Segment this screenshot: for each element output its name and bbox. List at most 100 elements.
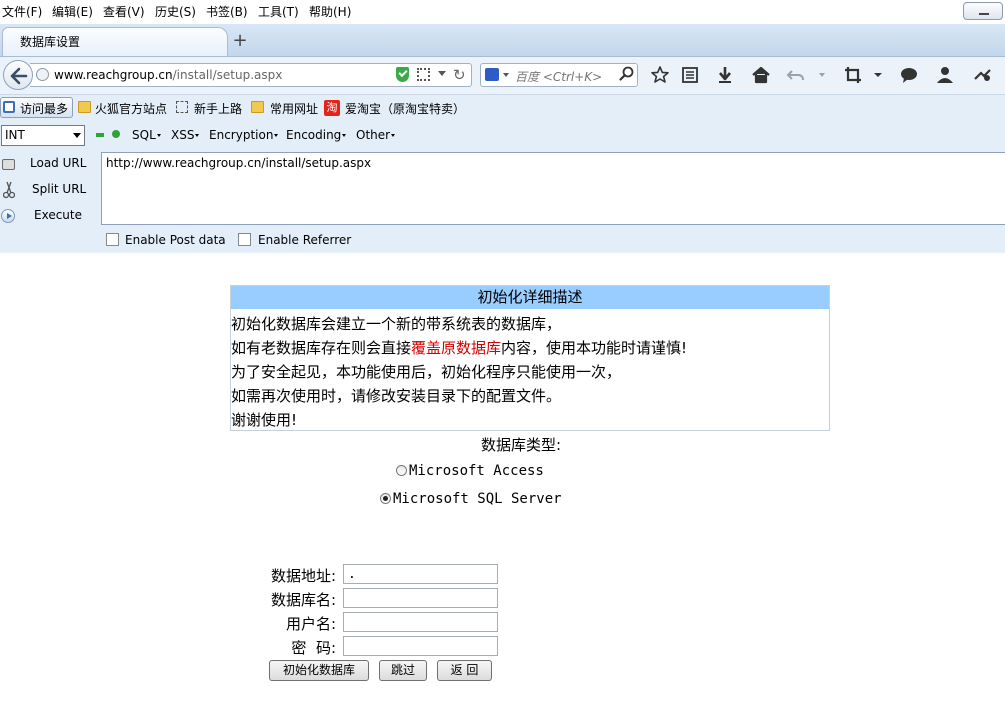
new-tab-button[interactable]: + <box>232 30 248 51</box>
menu-encoding-label: Encoding <box>286 128 342 142</box>
back-arrow-icon <box>10 67 28 85</box>
description-line-5: 谢谢使用! <box>231 411 298 429</box>
overwrite-warning: 覆盖原数据库 <box>411 339 502 357</box>
back-return-button[interactable]: 返 回 <box>437 660 492 681</box>
chevron-down-icon <box>156 134 161 137</box>
load-url-icon <box>2 159 15 170</box>
window-controls <box>961 0 1005 22</box>
chevron-down-icon <box>391 134 396 137</box>
folder-icon <box>78 101 91 113</box>
minimize-button[interactable] <box>963 2 1003 20</box>
dbname-label: 数据库名: <box>270 591 336 609</box>
tab-title: 数据库设置 <box>20 35 81 49</box>
chat-icon[interactable] <box>899 65 919 85</box>
username-label: 用户名: <box>285 615 336 633</box>
bookmark-firefox-official[interactable]: 火狐官方站点 <box>95 100 167 117</box>
radio-access-label: Microsoft Access <box>409 463 544 479</box>
taobao-icon: 淘 <box>324 100 340 116</box>
increase-icon[interactable] <box>112 130 120 138</box>
engine-dropdown-icon[interactable] <box>503 73 509 77</box>
radio-sqlserver[interactable] <box>380 493 391 504</box>
chevron-down-icon <box>195 134 200 137</box>
execute-button[interactable]: Execute <box>0 206 90 228</box>
bookmark-aitaobao[interactable]: 爱淘宝（原淘宝特卖） <box>345 100 465 117</box>
description-line-4: 如需再次使用时，请修改安装目录下的配置文件。 <box>231 387 562 405</box>
password-input[interactable] <box>343 636 498 656</box>
skip-button[interactable]: 跳过 <box>379 660 427 681</box>
load-url-label: Load URL <box>30 156 87 170</box>
undo-icon[interactable] <box>786 65 806 85</box>
split-url-label: Split URL <box>32 182 87 196</box>
chevron-down-icon <box>342 134 347 137</box>
menu-file[interactable]: 文件(F) <box>2 3 42 20</box>
menu-sql-label: SQL <box>132 128 156 142</box>
menu-tools[interactable]: 工具(T) <box>258 3 299 20</box>
minimize-icon <box>979 13 989 15</box>
qr-code-icon[interactable] <box>417 68 430 81</box>
execute-label: Execute <box>34 208 82 222</box>
extension-icon[interactable] <box>972 65 992 85</box>
menu-other[interactable]: Other <box>356 128 396 142</box>
undo-dropdown-icon[interactable] <box>815 65 835 85</box>
home-icon[interactable] <box>751 65 771 85</box>
description-line-2: 如有老数据库存在则会直接覆盖原数据库内容，使用本功能时请谨慎! <box>231 337 687 358</box>
crop-icon[interactable] <box>843 65 863 85</box>
hackbar-url-textarea[interactable]: http://www.reachgroup.cn/install/setup.a… <box>101 152 1005 225</box>
bookmark-list-icon[interactable] <box>680 65 700 85</box>
radio-sqlserver-label: Microsoft SQL Server <box>393 491 562 507</box>
bookmark-getting-started[interactable]: 新手上路 <box>194 100 242 117</box>
referrer-label: Enable Referrer <box>258 233 352 247</box>
post-data-label: Enable Post data <box>125 233 226 247</box>
split-url-button[interactable]: Split URL <box>0 180 90 202</box>
db-type-label: 数据库类型: <box>481 436 562 454</box>
radio-option-access[interactable]: Microsoft Access <box>396 463 544 479</box>
download-icon[interactable] <box>715 65 735 85</box>
chevron-down-icon <box>274 134 279 137</box>
post-data-checkbox[interactable] <box>106 233 119 246</box>
magnifier-icon[interactable] <box>619 66 635 82</box>
radio-option-sqlserver[interactable]: Microsoft SQL Server <box>380 491 562 507</box>
menu-edit[interactable]: 编辑(E) <box>52 3 93 20</box>
bookmark-common-sites[interactable]: 常用网址 <box>270 100 318 117</box>
server-label: 数据地址: <box>270 567 336 585</box>
star-icon[interactable] <box>650 65 670 85</box>
url-host: www.reachgroup.cn <box>54 68 173 82</box>
menu-encoding[interactable]: Encoding <box>286 128 347 142</box>
url-dropdown-icon[interactable] <box>438 71 446 76</box>
menu-sql[interactable]: SQL <box>132 128 161 142</box>
decrease-icon[interactable] <box>96 133 104 137</box>
user-icon[interactable] <box>935 65 955 85</box>
referrer-checkbox[interactable] <box>238 233 251 246</box>
description-line-2-start: 如有老数据库存在则会直接 <box>231 339 412 357</box>
back-button[interactable] <box>3 60 33 90</box>
init-database-button[interactable]: 初始化数据库 <box>269 660 369 681</box>
description-line-1: 初始化数据库会建立一个新的带系统表的数据库， <box>231 315 562 333</box>
menu-bookmarks[interactable]: 书签(B) <box>206 3 248 20</box>
shield-icon[interactable] <box>396 67 409 82</box>
baidu-paw-icon[interactable] <box>485 68 499 81</box>
username-input[interactable] <box>343 612 498 632</box>
select-value: INT <box>5 128 25 142</box>
search-placeholder: 百度 <Ctrl+K> <box>515 70 603 84</box>
url-text: www.reachgroup.cn/install/setup.aspx <box>54 68 282 82</box>
description-title: 初始化详细描述 <box>231 286 829 309</box>
most-visited-icon <box>3 101 15 113</box>
menu-help[interactable]: 帮助(H) <box>309 3 351 20</box>
menu-view[interactable]: 查看(V) <box>103 3 145 20</box>
crop-dropdown-icon[interactable] <box>870 65 890 85</box>
load-url-button[interactable]: Load URL <box>0 154 90 176</box>
menu-xss[interactable]: XSS <box>171 128 200 142</box>
menu-bar: 文件(F) 编辑(E) 查看(V) 历史(S) 书签(B) 工具(T) 帮助(H… <box>0 0 1005 24</box>
menu-other-label: Other <box>356 128 391 142</box>
menu-xss-label: XSS <box>171 128 195 142</box>
menu-history[interactable]: 历史(S) <box>155 3 196 20</box>
password-label: 密 码: <box>291 639 336 657</box>
radio-access[interactable] <box>396 465 407 476</box>
dbname-input[interactable] <box>343 588 498 608</box>
description-line-2-end: 内容，使用本功能时请谨慎! <box>501 339 688 357</box>
menu-encryption[interactable]: Encryption <box>209 128 279 142</box>
server-input[interactable] <box>343 564 498 584</box>
globe-icon <box>36 68 49 81</box>
reload-icon[interactable]: ↻ <box>453 66 466 84</box>
description-line-3: 为了安全起见，本功能使用后，初始化程序只能使用一次， <box>231 363 622 381</box>
